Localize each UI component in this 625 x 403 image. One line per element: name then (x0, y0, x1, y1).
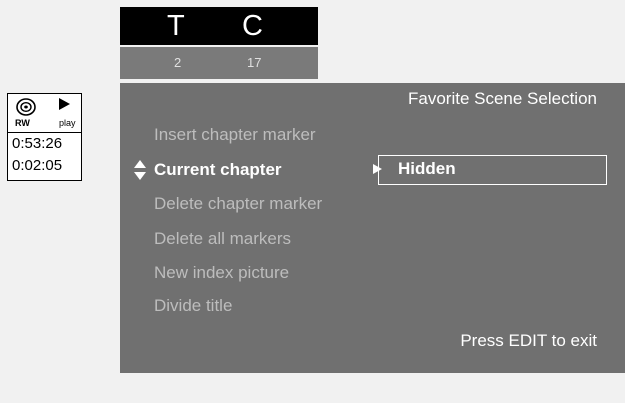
status-icons: RW play (8, 94, 81, 133)
status-box: RW play 0:53:26 0:02:05 (7, 93, 82, 181)
menu-item-current-chapter[interactable]: Current chapter (154, 160, 282, 180)
favorite-scene-menu: Favorite Scene Selection Insert chapter … (120, 83, 625, 373)
title-chapter-numbers: 2 17 (120, 47, 318, 79)
current-chapter-option-value: Hidden (398, 159, 456, 178)
disc-label: RW (15, 118, 30, 128)
menu-item-new-index-picture[interactable]: New index picture (154, 263, 289, 283)
disc-icon (16, 98, 36, 116)
menu-item-delete-all-markers[interactable]: Delete all markers (154, 229, 291, 249)
chapter-time: 0:02:05 (12, 157, 63, 174)
up-down-arrows-icon (134, 160, 146, 180)
play-label: play (59, 118, 76, 128)
play-icon (59, 98, 70, 110)
elapsed-time: 0:53:26 (12, 135, 63, 152)
menu-item-divide-title[interactable]: Divide title (154, 296, 232, 316)
title-letter: T (167, 10, 185, 42)
menu-item-delete-chapter-marker[interactable]: Delete chapter marker (154, 194, 322, 214)
title-chapter-header: T C (120, 7, 318, 45)
footer-hint: Press EDIT to exit (460, 331, 597, 350)
chapter-letter: C (242, 10, 263, 42)
menu-item-insert-chapter-marker[interactable]: Insert chapter marker (154, 125, 316, 145)
menu-title: Favorite Scene Selection (408, 89, 597, 108)
title-number: 2 (174, 55, 182, 70)
chapter-number: 17 (247, 55, 262, 70)
